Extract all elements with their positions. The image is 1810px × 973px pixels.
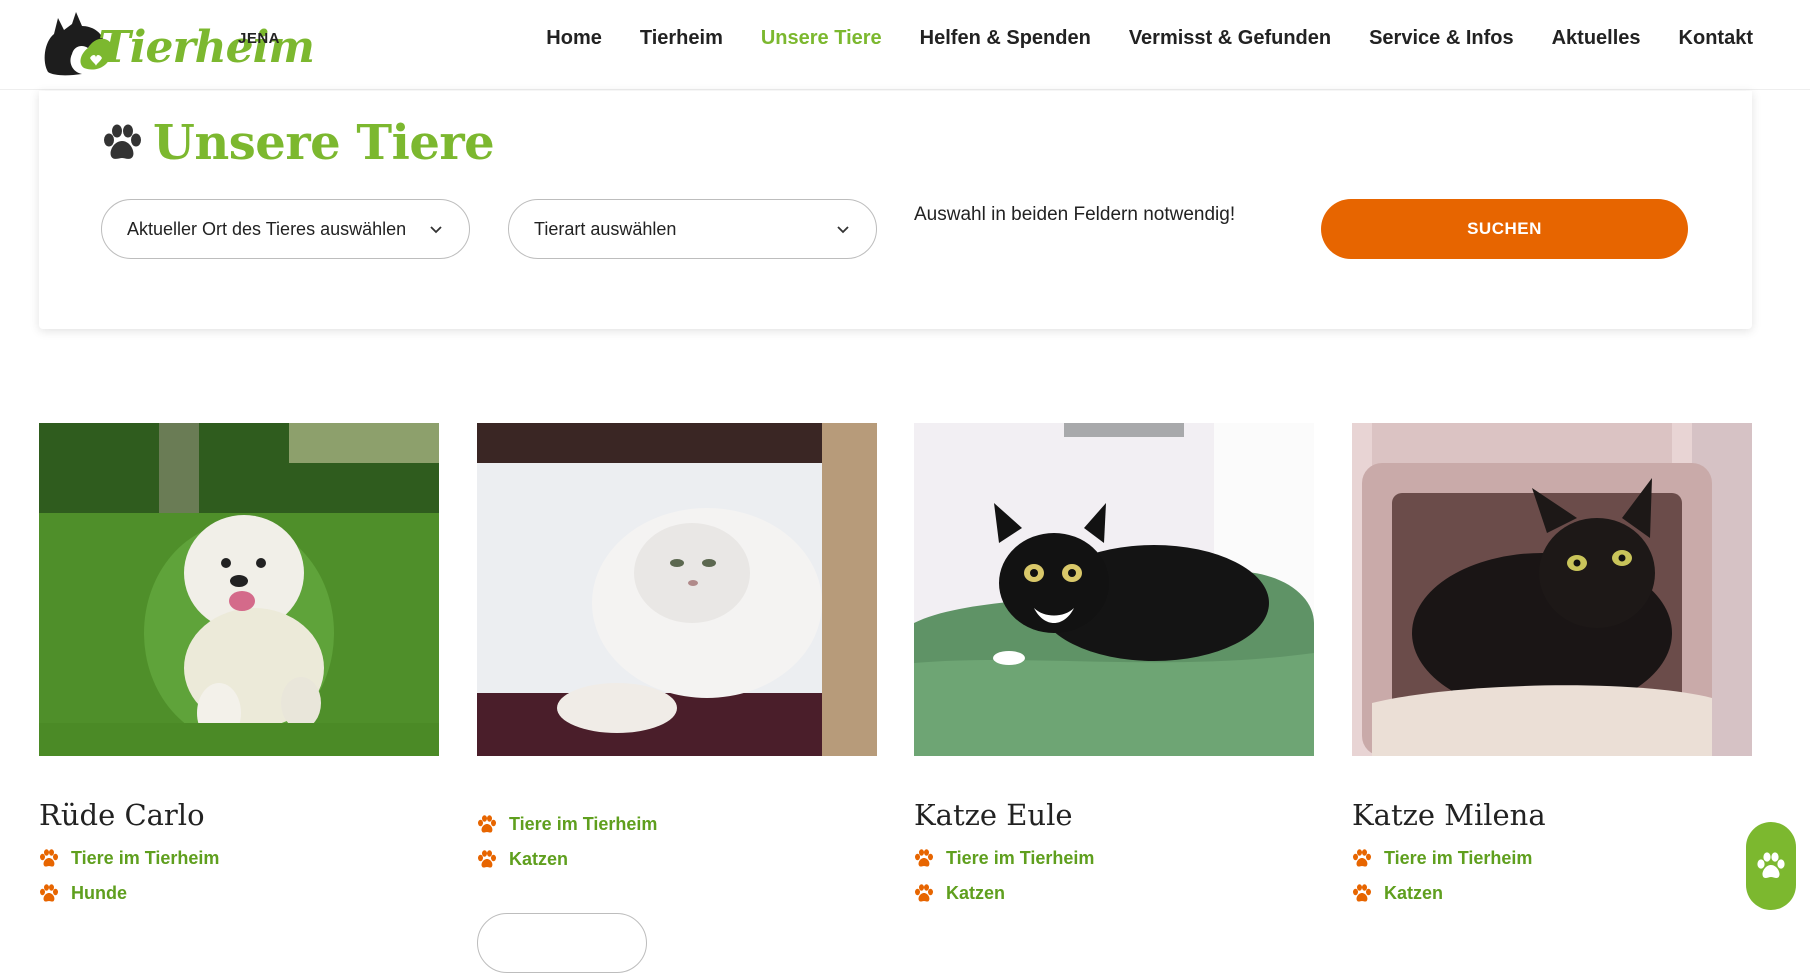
search-hint: Auswahl in beiden Feldern notwendig! [914,204,1236,225]
location-select[interactable]: Aktueller Ort des Tieres auswählen [101,199,470,259]
black-white-cat-photo[interactable] [914,423,1314,756]
paw-icon [915,849,933,867]
tag-label: Katzen [509,849,569,869]
site-header: Tierheim JENA Home Tierheim Unsere Tiere… [0,0,1810,90]
tag-species[interactable]: Katzen [914,883,1314,904]
location-select-label: Aktueller Ort des Tieres auswählen [127,218,407,239]
species-select-label: Tierart auswählen [534,218,677,239]
tag-label: Tiere im Tierheim [1384,848,1533,868]
paw-icon [1757,852,1785,878]
animal-card[interactable]: Katze Eule Tiere im Tierheim Katzen [914,423,1314,904]
main-navigation: Home Tierheim Unsere Tiere Helfen & Spen… [508,27,1753,50]
paw-icon [40,884,58,902]
animal-name[interactable]: Katze Eule [914,798,1314,834]
nav-tierheim[interactable]: Tierheim [640,27,723,50]
chevron-down-icon [837,226,849,234]
nav-kontakt[interactable]: Kontakt [1679,27,1753,50]
tag-label: Tiere im Tierheim [71,848,220,868]
tag-label: Tiere im Tierheim [509,814,658,834]
tierheim-logo[interactable]: Tierheim JENA [38,2,315,82]
tag-location[interactable]: Tiere im Tierheim [914,848,1314,869]
species-select[interactable]: Tierart auswählen [508,199,877,259]
black-cat-photo[interactable] [1352,423,1752,756]
logo-text: Tierheim [98,22,315,73]
nav-service-infos[interactable]: Service & Infos [1369,27,1514,50]
tag-species[interactable]: Katzen [477,849,877,870]
tag-label: Katzen [1384,883,1444,903]
animal-card[interactable]: Tiere im Tierheim Katzen [477,423,877,973]
white-cat-photo[interactable] [477,423,877,756]
nav-vermisst-gefunden[interactable]: Vermisst & Gefunden [1129,27,1331,50]
tag-species[interactable]: Hunde [39,883,439,904]
paw-icon [478,850,496,868]
paw-icon [478,815,496,833]
nav-helfen-spenden[interactable]: Helfen & Spenden [920,27,1091,50]
animal-tags: Tiere im Tierheim Hunde [39,848,439,904]
paw-icon [1353,849,1371,867]
tag-location[interactable]: Tiere im Tierheim [477,814,877,835]
tag-label: Hunde [71,883,127,903]
tag-label: Tiere im Tierheim [946,848,1095,868]
page-heading: Unsere Tiere [153,115,495,171]
tag-location[interactable]: Tiere im Tierheim [1352,848,1752,869]
chevron-down-icon [430,226,442,234]
paw-icon [1353,884,1371,902]
nav-aktuelles[interactable]: Aktuelles [1552,27,1641,50]
tag-label: Katzen [946,883,1006,903]
animal-name[interactable]: Rüde Carlo [39,798,439,834]
tag-location[interactable]: Tiere im Tierheim [39,848,439,869]
page-title: Unsere Tiere [101,115,495,171]
animal-card[interactable]: Rüde Carlo Tiere im Tierheim Hunde [39,423,439,904]
animal-tags: Tiere im Tierheim Katzen [477,814,877,870]
paw-icon [104,124,141,159]
nav-unsere-tiere[interactable]: Unsere Tiere [761,27,882,50]
paw-icon [40,849,58,867]
search-button[interactable]: SUCHEN [1321,199,1688,259]
dog-photo[interactable] [39,423,439,756]
nav-home[interactable]: Home [546,27,602,50]
animal-name[interactable]: Katze Milena [1352,798,1752,834]
tag-species[interactable]: Katzen [1352,883,1752,904]
more-button[interactable] [477,913,647,973]
logo-subtitle: JENA [238,30,281,47]
animal-card[interactable]: Katze Milena Tiere im Tierheim Katzen [1352,423,1752,904]
floating-paw-button[interactable] [1746,822,1796,910]
paw-icon [915,884,933,902]
animal-tags: Tiere im Tierheim Katzen [1352,848,1752,904]
animal-tags: Tiere im Tierheim Katzen [914,848,1314,904]
animal-search-panel: Unsere Tiere Aktueller Ort des Tieres au… [39,91,1752,329]
